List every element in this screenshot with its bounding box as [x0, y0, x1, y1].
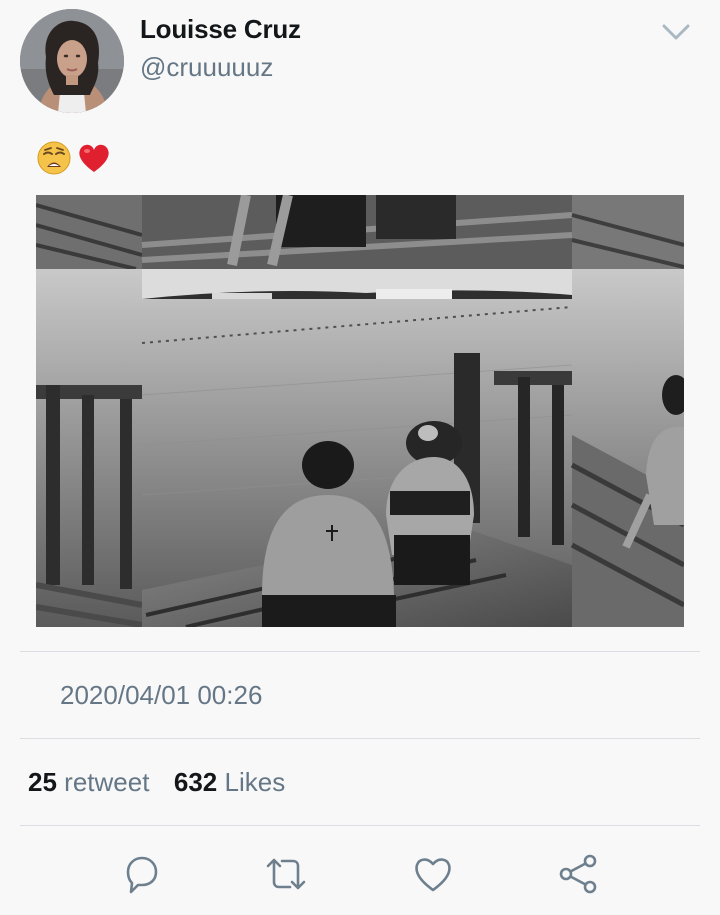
- like-stat[interactable]: 632 Likes: [174, 767, 285, 797]
- retweet-icon: [266, 858, 306, 890]
- avatar[interactable]: [20, 9, 124, 113]
- user-handle[interactable]: @cruuuuuz: [140, 52, 273, 83]
- retweet-stat[interactable]: 25 retweet: [28, 767, 157, 797]
- like-button[interactable]: [409, 850, 457, 898]
- share-button[interactable]: [554, 850, 602, 898]
- retweet-count: 25: [28, 767, 57, 797]
- reply-icon: [126, 856, 158, 894]
- share-icon: [559, 854, 597, 894]
- avatar-image: [20, 9, 124, 113]
- chevron-down-icon[interactable]: [660, 18, 692, 46]
- divider-top: [20, 651, 700, 652]
- retweet-button[interactable]: [262, 850, 310, 898]
- red-heart-icon: [79, 144, 109, 172]
- divider-bottom: [20, 825, 700, 826]
- tweet-photo[interactable]: [36, 195, 684, 627]
- tweet-stats: 25 retweet 632 Likes: [28, 767, 285, 798]
- photo-image: [36, 195, 684, 627]
- like-icon: [415, 858, 451, 892]
- weary-face-icon: [37, 141, 71, 175]
- like-count: 632: [173, 767, 218, 797]
- like-label: Likes: [224, 767, 286, 797]
- tweet-detail: Louisse Cruz @cruuuuuz 2020/04/01 00:26 …: [0, 0, 720, 915]
- reply-button[interactable]: [118, 850, 166, 898]
- display-name[interactable]: Louisse Cruz: [140, 14, 301, 45]
- divider-middle: [20, 738, 700, 739]
- tweet-text: [36, 140, 112, 180]
- retweet-label: retweet: [64, 767, 150, 797]
- timestamp: 2020/04/01 00:26: [60, 680, 263, 710]
